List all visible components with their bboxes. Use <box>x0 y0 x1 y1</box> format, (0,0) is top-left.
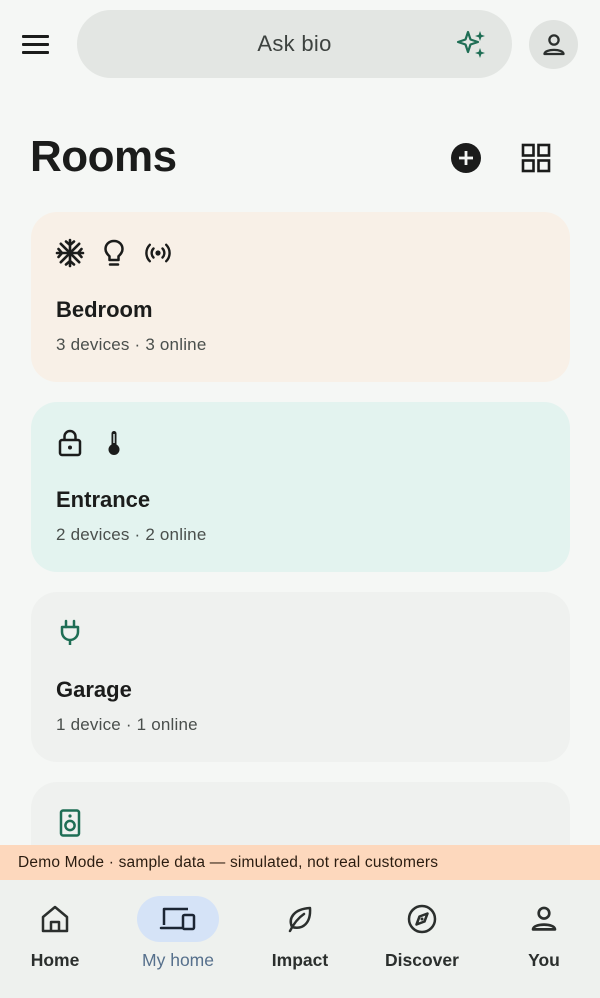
lock-icon <box>55 428 85 458</box>
room-device-count: 2 devices · 2 online <box>56 525 207 544</box>
snowflake-icon <box>55 238 85 268</box>
top-app-bar: Ask bio <box>0 0 600 90</box>
page-title: Rooms <box>30 132 177 181</box>
nav-label: Discover <box>385 950 459 970</box>
account-button[interactable] <box>529 20 578 69</box>
room-device-count: 1 device · 1 online <box>56 715 198 734</box>
room-card-bedroom[interactable]: Bedroom 3 devices · 3 online <box>31 212 570 382</box>
compass-icon <box>407 904 437 934</box>
nav-label: You <box>528 950 560 970</box>
nav-label: Home <box>30 950 80 970</box>
devices-icon <box>159 907 196 931</box>
nav-icon-container <box>259 896 341 942</box>
nav-my-home[interactable]: My home <box>128 896 228 986</box>
search-label: Ask bio <box>257 31 332 56</box>
device-icons <box>55 808 85 838</box>
nav-icon-container <box>14 896 96 942</box>
sensor-icon <box>143 238 173 268</box>
sparkle-icon[interactable] <box>456 28 488 60</box>
grid-view-icon[interactable] <box>520 142 552 174</box>
device-icons <box>55 428 129 458</box>
plug-icon <box>55 618 85 648</box>
home-icon <box>41 905 69 933</box>
nav-label: Impact <box>271 950 329 970</box>
nav-home[interactable]: Home <box>5 896 105 986</box>
room-device-count: 3 devices · 3 online <box>56 335 207 354</box>
nav-icon-container <box>381 896 463 942</box>
nav-discover[interactable]: Discover <box>372 896 472 986</box>
person-icon <box>542 33 565 55</box>
room-name: Garage <box>56 677 132 702</box>
bottom-navigation: Home My home Impact Discover You <box>0 880 600 998</box>
room-card-garage[interactable]: Garage 1 device · 1 online <box>31 592 570 762</box>
nav-you[interactable]: You <box>494 896 594 986</box>
room-card-entrance[interactable]: Entrance 2 devices · 2 online <box>31 402 570 572</box>
nav-label: My home <box>142 950 214 970</box>
thermometer-icon <box>99 428 129 458</box>
leaf-icon <box>288 906 312 933</box>
device-icons <box>55 618 85 648</box>
speaker-icon <box>55 808 85 838</box>
nav-icon-container <box>137 896 219 942</box>
lightbulb-icon <box>99 238 129 268</box>
demo-mode-banner: Demo Mode · sample data — simulated, not… <box>0 845 600 880</box>
nav-icon-container <box>503 896 585 942</box>
ask-bio-search[interactable]: Ask bio <box>77 10 512 78</box>
add-circle-icon[interactable] <box>450 142 482 174</box>
room-name: Bedroom <box>56 297 153 322</box>
device-icons <box>55 238 173 268</box>
person-icon <box>531 906 557 931</box>
nav-impact[interactable]: Impact <box>250 896 350 986</box>
menu-icon[interactable] <box>22 26 62 62</box>
room-name: Entrance <box>56 487 151 512</box>
